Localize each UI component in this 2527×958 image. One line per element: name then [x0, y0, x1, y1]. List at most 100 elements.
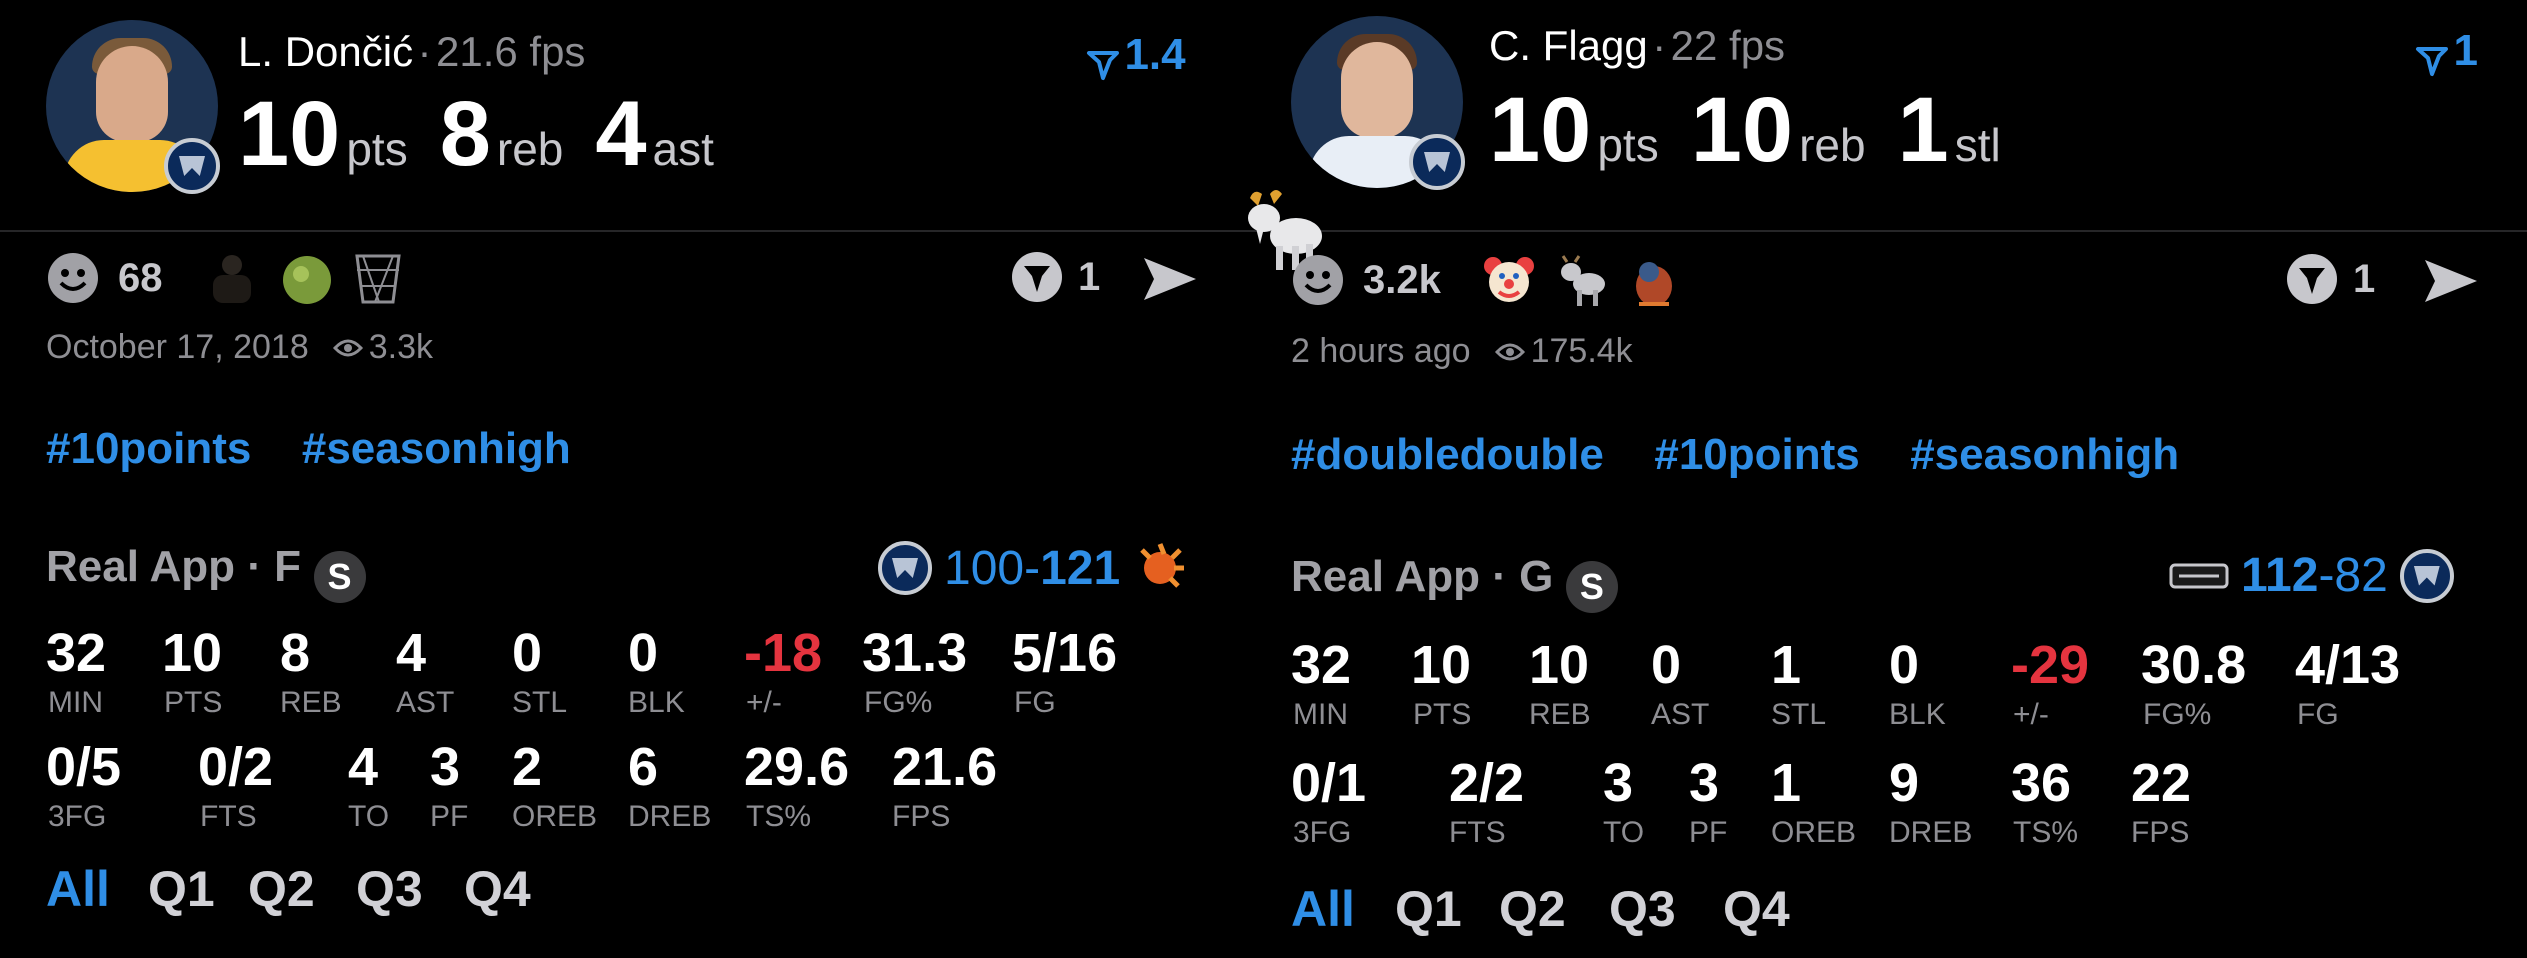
stat-value: 36 — [2011, 753, 2072, 813]
stat-label: FG% — [2143, 698, 2212, 731]
tab-q2[interactable]: Q2 — [248, 860, 315, 918]
post-meta: 2 hours ago 175.4k — [1291, 332, 1633, 371]
game-score[interactable]: 100-121 — [878, 540, 1188, 596]
basketball-hoop-icon — [354, 254, 401, 304]
hashtag-link[interactable]: #seasonhigh — [1910, 430, 2179, 479]
stat-label: STL — [512, 686, 568, 719]
stat-value: 8 — [280, 623, 311, 683]
comment-icon — [2287, 254, 2337, 304]
score-right: 121 — [1040, 541, 1121, 595]
headline-stats: 10 pts 10 reb 1 stl — [1489, 84, 2033, 176]
stat-value: 0/5 — [46, 737, 122, 797]
stat-label: AST — [396, 686, 455, 719]
comment-button[interactable]: 1 — [1010, 250, 1100, 304]
comment-icon — [1012, 252, 1062, 302]
tab-all[interactable]: All — [1291, 880, 1355, 938]
mavericks-logo-icon — [1409, 134, 1465, 190]
stat-label: PF — [1689, 816, 1728, 849]
stat-label: REB — [1529, 698, 1591, 731]
stat-value: -18 — [744, 623, 823, 683]
comment-count: 1 — [1078, 254, 1101, 299]
stat-label: FG — [2297, 698, 2339, 731]
stat-value: 1 — [1771, 753, 1802, 813]
stat-value: 4 — [396, 623, 427, 683]
mavericks-logo-icon — [2399, 548, 2454, 603]
upvote-value: 1.4 — [1124, 30, 1186, 79]
upvote-button[interactable]: 1.4 — [1086, 30, 1186, 82]
stat-value: 3 — [430, 737, 461, 797]
name-separator: · — [1652, 22, 1667, 69]
hashtag-link[interactable]: #doubledouble — [1291, 430, 1604, 479]
stat-value: 4 — [348, 737, 379, 797]
stat-label: FTS — [200, 800, 257, 833]
player-name[interactable]: C. Flagg — [1489, 22, 1648, 69]
tab-q1[interactable]: Q1 — [148, 860, 215, 918]
stat-value: 22 — [2131, 753, 2192, 813]
player-name[interactable]: L. Dončić — [238, 28, 413, 75]
tab-q2[interactable]: Q2 — [1499, 880, 1566, 938]
mavericks-logo-icon — [878, 541, 932, 595]
spurs-logo-icon — [2169, 563, 2229, 588]
headline-value: 8 — [439, 83, 491, 185]
hashtag-link[interactable]: #10points — [1654, 430, 1859, 479]
tab-q4[interactable]: Q4 — [464, 860, 531, 918]
stat-label: FTS — [1449, 816, 1506, 849]
stat-value: 3 — [1603, 753, 1634, 813]
game-score[interactable]: 112-82 — [2169, 548, 2454, 603]
headline-value: 10 — [1489, 79, 1592, 181]
headline-value: 1 — [1897, 79, 1949, 181]
source-label: Real App · G S — [1291, 552, 1618, 613]
tab-q4[interactable]: Q4 — [1723, 880, 1790, 938]
headline-unit: reb — [1799, 119, 1866, 171]
stat-value: 4/13 — [2295, 635, 2401, 695]
view-count: 3.3k — [368, 328, 434, 366]
upvote-value: 1 — [2453, 26, 2478, 75]
stat-label: TS% — [2013, 816, 2079, 849]
source-text: Real App · F — [46, 542, 302, 591]
stat-label: OREB — [512, 800, 598, 833]
stat-label: REB — [280, 686, 342, 719]
hashtag-link[interactable]: #10points — [46, 424, 251, 473]
fps-label: 21.6 fps — [435, 28, 586, 75]
stat-value: 30.8 — [2141, 635, 2247, 695]
reactions-row[interactable]: 68 — [46, 250, 403, 306]
hashtags: #doubledouble #10points #seasonhigh — [1291, 430, 2225, 480]
comment-button[interactable]: 1 — [2285, 252, 2375, 306]
stat-label: MIN — [1293, 698, 1348, 731]
share-send-icon[interactable] — [1140, 254, 1200, 304]
stat-label: TO — [1603, 816, 1645, 849]
stat-label: TS% — [746, 800, 812, 833]
stat-value: 0 — [628, 623, 659, 683]
smiley-reaction-icon[interactable] — [46, 251, 100, 305]
stat-label: +/- — [2013, 698, 2049, 731]
source-badge: S — [1565, 560, 1618, 613]
post-card-doncic[interactable]: L. Dončić · 21.6 fps 10 pts 8 reb 4 ast 1.4 6… — [0, 0, 1230, 958]
post-card-flagg[interactable]: C. Flagg · 22 fps 10 pts 10 reb 1 stl 1 3.2k … — [1245, 0, 2527, 958]
stat-label: MIN — [48, 686, 103, 719]
green-apple-icon — [282, 256, 331, 304]
hashtag-link[interactable]: #seasonhigh — [302, 424, 571, 473]
share-send-icon[interactable] — [2421, 256, 2481, 306]
smiley-reaction-icon[interactable] — [1291, 253, 1345, 307]
stat-label: FG — [1014, 686, 1056, 719]
upvote-button[interactable]: 1 — [2415, 26, 2478, 78]
stat-label: OREB — [1771, 816, 1857, 849]
reaction-count: 68 — [118, 255, 163, 300]
stat-label: PTS — [164, 686, 223, 719]
reactions-row[interactable]: 3.2k — [1291, 252, 1679, 308]
headline-value: 10 — [238, 83, 341, 185]
tab-q3[interactable]: Q3 — [356, 860, 423, 918]
reaction-count: 3.2k — [1363, 257, 1441, 302]
headline-unit: pts — [346, 123, 408, 175]
stat-value: 31.3 — [862, 623, 968, 683]
stat-value: 32 — [1291, 635, 1352, 695]
tab-all[interactable]: All — [46, 860, 110, 918]
stat-value: 2 — [512, 737, 543, 797]
tab-q3[interactable]: Q3 — [1609, 880, 1676, 938]
view-count: 175.4k — [1530, 332, 1633, 370]
score-dash: - — [2318, 549, 2335, 602]
source-badge: S — [313, 550, 366, 603]
stat-label: DREB — [628, 800, 712, 833]
tab-q1[interactable]: Q1 — [1395, 880, 1462, 938]
headline-stats: 10 pts 8 reb 4 ast — [238, 88, 746, 180]
